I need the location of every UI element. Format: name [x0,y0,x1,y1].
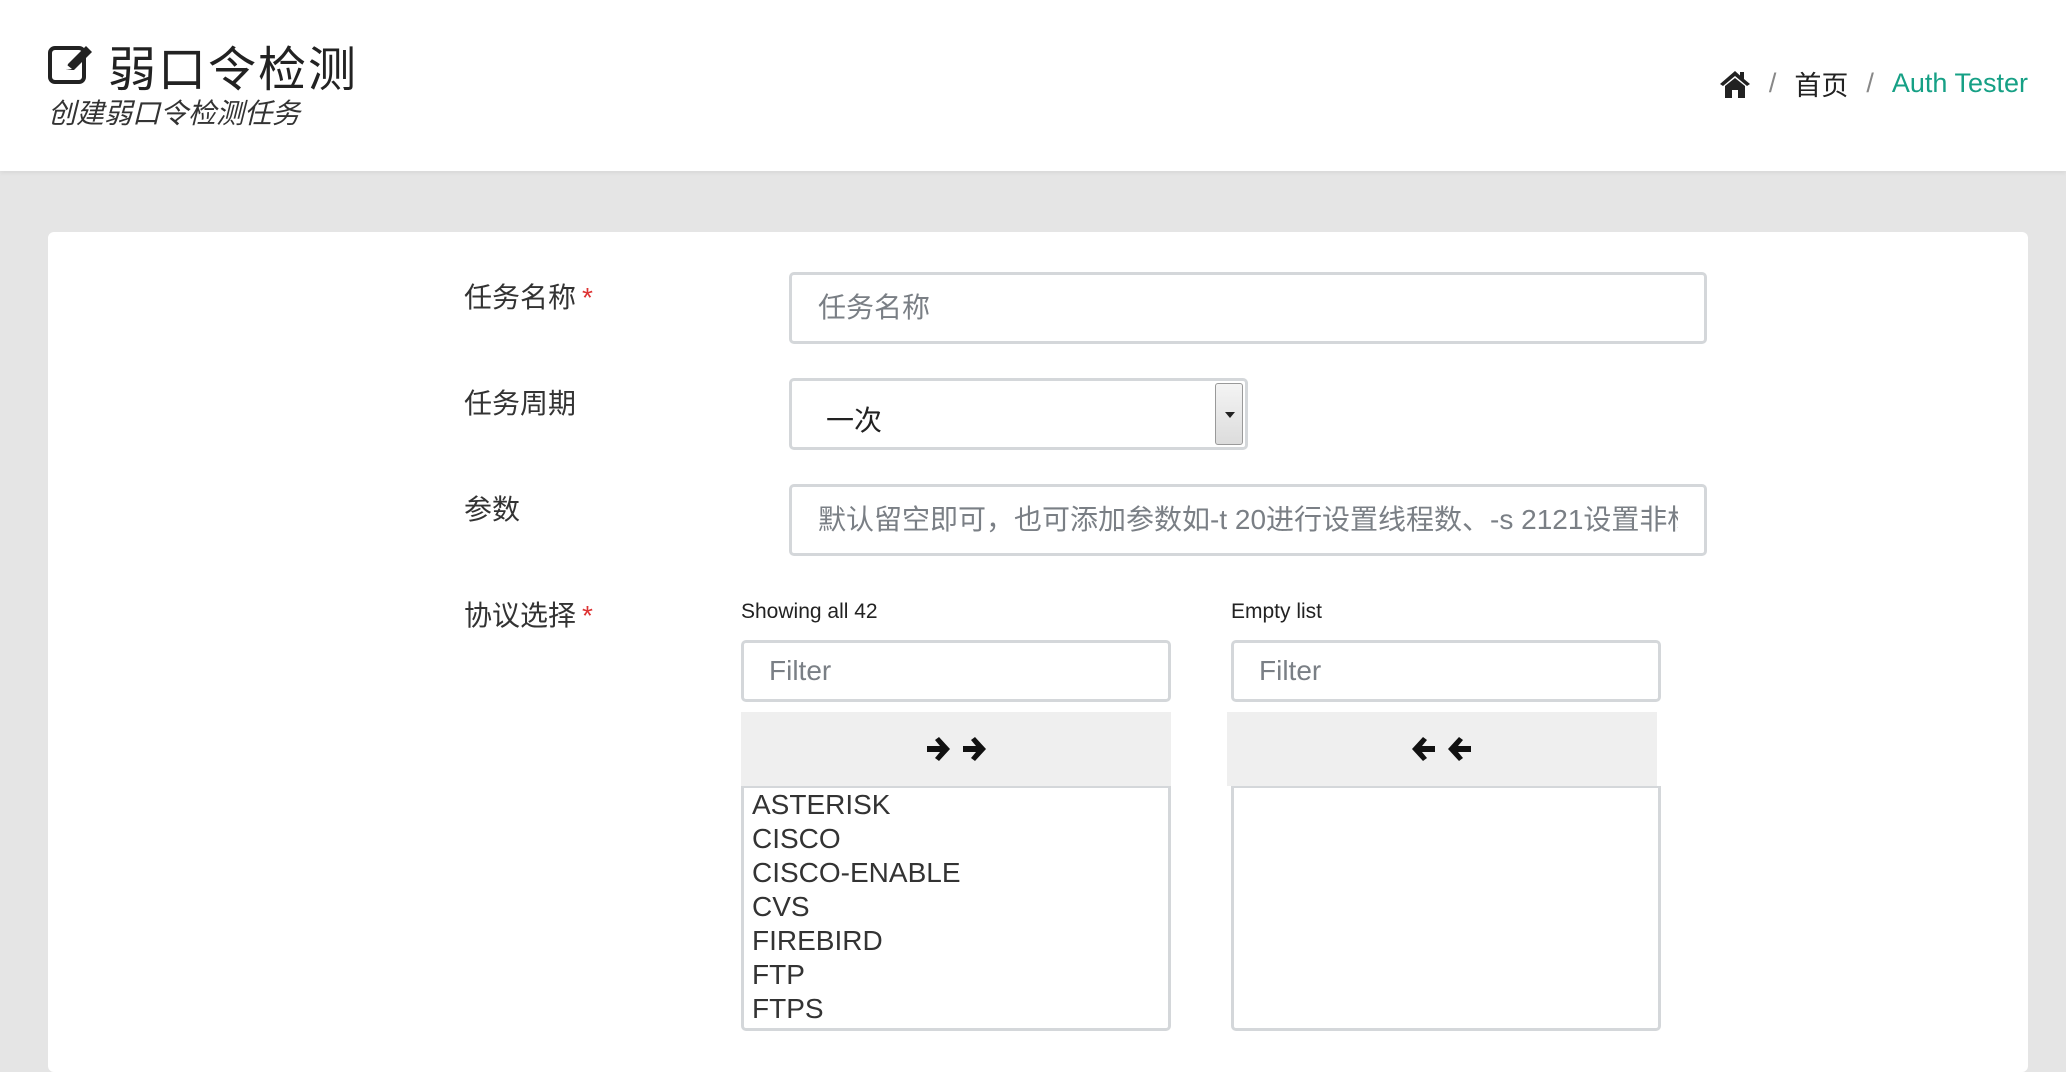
page-header: 弱口令检测 创建弱口令检测任务 / 首页 / Auth Tester [0,0,2066,171]
selected-protocol-list[interactable] [1231,786,1661,1031]
page-subtitle: 创建弱口令检测任务 [48,98,301,129]
list-item[interactable]: CISCO [744,822,1168,856]
arrow-right-icon [927,737,950,761]
breadcrumb-current[interactable]: Auth Tester [1892,68,2028,99]
task-name-label: 任务名称 * [464,276,593,316]
params-label: 参数 [464,494,521,525]
title-row: 弱口令检测 [46,30,358,100]
params-input[interactable] [789,484,1707,556]
breadcrumb-home-link[interactable]: 首页 [1794,64,1848,103]
breadcrumb-separator: / [1866,68,1874,98]
arrow-left-icon [1448,737,1471,761]
available-protocol-list[interactable]: ASTERISK CISCO CISCO-ENABLE CVS FIREBIRD… [741,786,1171,1031]
available-filter-input[interactable] [741,640,1171,702]
required-mark: * [582,600,593,631]
chevron-down-icon[interactable] [1215,383,1243,445]
task-name-input[interactable] [789,272,1707,344]
required-mark: * [582,282,593,313]
task-period-label: 任务周期 [464,388,577,419]
move-all-button[interactable] [741,712,1171,786]
home-icon[interactable] [1719,69,1751,99]
edit-icon [48,46,92,84]
page-title: 弱口令检测 [108,44,359,97]
protocol-label: 协议选择 * [464,594,593,634]
list-item[interactable]: CVS [744,890,1168,924]
task-period-select[interactable]: 一次 [789,378,1248,450]
list-item[interactable]: FIREBIRD [744,924,1168,958]
list-item[interactable]: ASTERISK [744,788,1168,822]
remove-all-button[interactable] [1227,712,1657,786]
task-period-selected: 一次 [826,405,883,436]
selected-list-info: Empty list [1231,600,1323,623]
breadcrumb: / 首页 / Auth Tester [1719,64,2028,103]
arrow-left-icon [1412,737,1435,761]
selected-filter-input[interactable] [1231,640,1661,702]
protocol-label-text: 协议选择 [464,600,577,631]
task-name-label-text: 任务名称 [464,282,577,313]
arrow-right-icon [963,737,986,761]
list-item[interactable]: CISCO-ENABLE [744,856,1168,890]
available-list-info: Showing all 42 [741,600,878,623]
list-item[interactable]: FTPS [744,992,1168,1026]
list-item[interactable]: FTP [744,958,1168,992]
form-card: 任务名称* 任务周期 一次 参数 协议选择* Showing all 42 AS… [48,232,2028,1072]
breadcrumb-separator: / [1768,68,1777,98]
